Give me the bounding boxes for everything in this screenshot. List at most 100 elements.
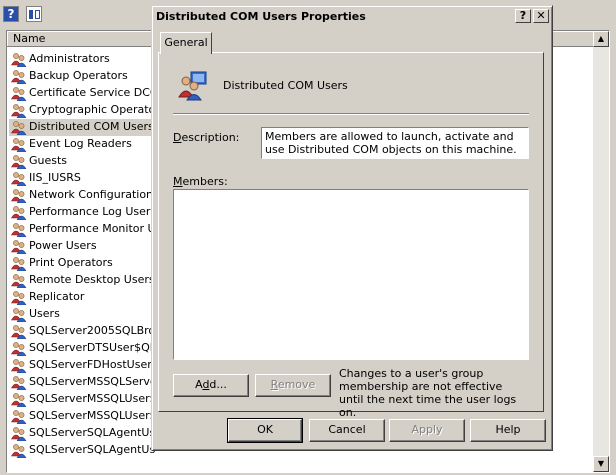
list-item[interactable]: Print Operators (9, 255, 155, 272)
group-icon (10, 409, 27, 425)
list-item-label: SQLServerMSSQLServerA (29, 375, 155, 388)
question-icon: ? (519, 9, 527, 22)
group-icon (10, 222, 27, 238)
tab-general[interactable]: General (160, 32, 212, 54)
group-icon (10, 307, 27, 323)
description-label: Description: (173, 131, 239, 144)
list-item-label: Network Configuration Op (29, 188, 155, 201)
list-item-label: SQLServerDTSUser$QL1 (29, 341, 155, 354)
list-item[interactable]: Power Users (9, 238, 155, 255)
dialog-title: Distributed COM Users Properties (156, 10, 366, 23)
list-item-label: Performance Log Users (29, 205, 155, 218)
console-panel-icon[interactable] (26, 6, 42, 22)
list-item-label: SQLServerSQLAgentUser (29, 443, 155, 456)
scroll-up-button[interactable]: ▲ (593, 31, 609, 47)
list-item-label: Performance Monitor Use (29, 222, 155, 235)
list-item[interactable]: Backup Operators (9, 68, 155, 85)
ok-button[interactable]: OK (227, 418, 303, 443)
list-item[interactable]: IIS_IUSRS (9, 170, 155, 187)
list-item[interactable]: Network Configuration Op (9, 187, 155, 204)
add-label-post: d... (209, 378, 227, 391)
group-icon (10, 205, 27, 221)
group-icon (10, 86, 27, 102)
list-item-label: Guests (29, 154, 68, 167)
list-item-label: Cryptographic Operators (29, 103, 155, 116)
list-item[interactable]: Replicator (9, 289, 155, 306)
list-item-label: SQLServer2005SQLBrows (29, 324, 155, 337)
tab-general-label: General (164, 36, 208, 49)
remove-accesskey: R (270, 378, 278, 391)
help-button[interactable]: Help (470, 419, 546, 442)
column-header-label: Name (13, 32, 46, 45)
close-icon: ✕ (536, 9, 546, 22)
group-icon (10, 52, 27, 68)
chevron-up-icon: ▲ (597, 34, 605, 43)
description-label-rest: escription: (181, 131, 240, 144)
group-icon (10, 443, 27, 459)
list-item-label: SQLServerMSSQLUser$Sc (29, 409, 155, 422)
group-icon (10, 239, 27, 255)
list-item-label: SQLServerFDHostUser$ (29, 358, 155, 371)
apply-button[interactable]: Apply (389, 419, 465, 442)
group-name-text: Distributed COM Users (223, 79, 348, 92)
general-tab-panel: Distributed COM Users Description: Membe… (158, 52, 544, 419)
list-item[interactable]: Users (9, 306, 155, 323)
list-item-label: Certificate Service DCOM (29, 86, 155, 99)
list-item[interactable]: SQLServerSQLAgentUser (9, 442, 155, 459)
help-icon[interactable]: ? (3, 6, 19, 22)
description-field[interactable]: Members are allowed to launch, activate … (261, 127, 529, 159)
group-icon (10, 290, 27, 306)
list-item[interactable]: Performance Monitor Use (9, 221, 155, 238)
group-icon (10, 392, 27, 408)
list-item-label: Event Log Readers (29, 137, 132, 150)
list-item[interactable]: SQLServer2005SQLBrows (9, 323, 155, 340)
list-item-label: SQLServerMSSQLUser$Sc (29, 392, 155, 405)
group-icon (10, 273, 27, 289)
list-item[interactable]: SQLServerMSSQLUser$Sc (9, 391, 155, 408)
groups-list: Administrators Backup Operators Certificat… (9, 51, 155, 459)
remove-button[interactable]: Remove (255, 374, 331, 397)
group-icon (10, 103, 27, 119)
list-item[interactable]: SQLServerFDHostUser$ (9, 357, 155, 374)
members-accesskey: M (173, 175, 183, 188)
users-group-icon (178, 71, 207, 101)
dialog-title-bar[interactable]: Distributed COM Users Properties ? ✕ (154, 8, 550, 26)
list-item-label: Distributed COM Users (29, 120, 154, 133)
vertical-scrollbar[interactable]: ▲ ▼ (593, 31, 609, 472)
members-label-rest: embers: (182, 175, 228, 188)
group-icon (10, 375, 27, 391)
list-item[interactable]: Administrators (9, 51, 155, 68)
cancel-button[interactable]: Cancel (309, 419, 385, 442)
list-item[interactable]: Performance Log Users (9, 204, 155, 221)
members-list[interactable] (173, 189, 529, 360)
list-item[interactable]: Event Log Readers (9, 136, 155, 153)
list-item[interactable]: SQLServerSQLAgentUs (9, 425, 155, 442)
list-item[interactable]: Remote Desktop Users (9, 272, 155, 289)
remove-label-rest: emove (277, 378, 316, 391)
list-item[interactable]: SQLServerDTSUser$QL1 (9, 340, 155, 357)
group-icon (10, 256, 27, 272)
group-icon (10, 137, 27, 153)
group-icon (10, 120, 27, 136)
list-item-label: Administrators (29, 52, 110, 65)
list-item-label: Backup Operators (29, 69, 128, 82)
list-item-label: Replicator (29, 290, 85, 303)
list-item[interactable]: Certificate Service DCOM (9, 85, 155, 102)
list-item[interactable]: SQLServerMSSQLUser$Sc (9, 408, 155, 425)
add-button[interactable]: Add... (173, 374, 249, 397)
group-icon (10, 341, 27, 357)
properties-dialog: Distributed COM Users Properties ? ✕ Gen… (151, 5, 553, 451)
group-icon (10, 154, 27, 170)
list-item[interactable]: Distributed COM Users (9, 119, 155, 136)
dialog-close-button[interactable]: ✕ (533, 9, 549, 23)
scroll-down-button[interactable]: ▼ (593, 456, 609, 472)
membership-note: Changes to a user's group membership are… (339, 367, 517, 419)
list-item[interactable]: Cryptographic Operators (9, 102, 155, 119)
group-icon (10, 171, 27, 187)
dialog-help-button[interactable]: ? (515, 9, 531, 23)
separator (173, 113, 529, 115)
list-item[interactable]: SQLServerMSSQLServerA (9, 374, 155, 391)
group-icon (10, 426, 27, 442)
list-item[interactable]: Guests (9, 153, 155, 170)
list-item-label: Remote Desktop Users (29, 273, 155, 286)
